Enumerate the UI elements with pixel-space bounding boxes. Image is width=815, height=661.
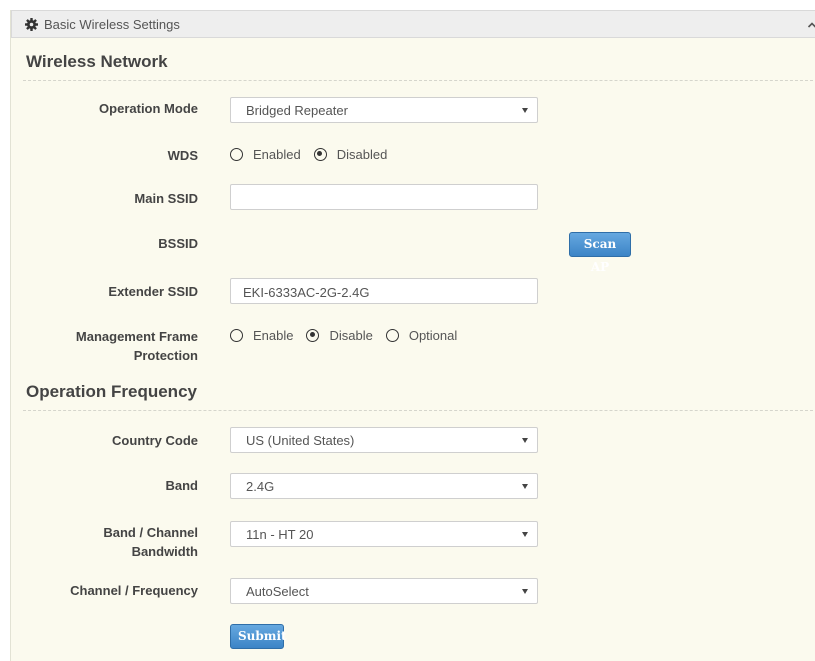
- wds-enabled-label: Enabled: [253, 146, 301, 162]
- extender-ssid-input[interactable]: EKI-6333AC-2G-2.4G: [230, 278, 538, 304]
- mfp-radio-group: Enable Disable Optional: [230, 325, 470, 345]
- section-title-operation-frequency: Operation Frequency: [26, 382, 197, 401]
- mfp-optional-radio[interactable]: [385, 328, 399, 342]
- section-title-wireless-network: Wireless Network: [26, 52, 168, 71]
- country-code-label: Country Code: [112, 433, 198, 448]
- country-code-value: US (United States): [246, 433, 355, 448]
- gear-icon: [25, 18, 38, 31]
- mfp-disable-radio[interactable]: [306, 328, 320, 342]
- wds-enabled-radio[interactable]: [230, 147, 243, 161]
- wds-disabled-radio[interactable]: [313, 147, 327, 161]
- channel-label: Channel / Frequency: [70, 583, 198, 598]
- bandwidth-select[interactable]: 11n - HT 20: [230, 521, 538, 547]
- operation-mode-value: Bridged Repeater: [246, 103, 348, 118]
- chevron-down-icon: [522, 532, 528, 537]
- band-value: 2.4G: [246, 479, 275, 494]
- bandwidth-value: 11n - HT 20: [246, 527, 314, 542]
- band-label: Band: [165, 478, 199, 493]
- panel-title: Basic Wireless Settings: [44, 17, 180, 32]
- mfp-label-line1: Management Frame: [75, 329, 198, 344]
- mfp-optional-label: Optional: [408, 327, 458, 343]
- channel-select[interactable]: AutoSelect: [230, 578, 538, 604]
- band-select[interactable]: 2.4G: [230, 473, 538, 499]
- main-ssid-label: Main SSID: [134, 191, 198, 206]
- channel-value: AutoSelect: [246, 584, 309, 599]
- chevron-down-icon: [522, 589, 528, 594]
- wds-label: WDS: [167, 148, 198, 163]
- chevron-up-icon[interactable]: [807, 20, 815, 30]
- wds-disabled-label: Disabled: [336, 146, 388, 162]
- mfp-enable-radio[interactable]: [230, 328, 243, 342]
- operation-mode-label: Operation Mode: [99, 101, 198, 116]
- scan-ap-button[interactable]: Scan AP: [569, 232, 631, 274]
- chevron-down-icon: [522, 108, 528, 113]
- country-code-select[interactable]: US (United States): [230, 427, 538, 453]
- section-divider: [23, 410, 813, 411]
- mfp-label-line2: Protection: [133, 348, 198, 363]
- extender-ssid-label: Extender SSID: [108, 284, 198, 299]
- main-ssid-input[interactable]: [230, 184, 538, 210]
- panel-header[interactable]: Basic Wireless Settings: [11, 10, 815, 38]
- mfp-disable-label: Disable: [329, 327, 373, 343]
- operation-mode-select[interactable]: Bridged Repeater: [230, 97, 538, 123]
- basic-wireless-settings-panel: Basic Wireless Settings Wireless Network…: [10, 10, 815, 661]
- section-divider: [23, 80, 813, 81]
- bandwidth-label-line2: Bandwidth: [131, 544, 198, 559]
- mfp-enable-label: Enable: [253, 327, 294, 343]
- chevron-down-icon: [522, 484, 528, 489]
- submit-button[interactable]: Submit: [230, 624, 287, 649]
- wds-radio-group: Enabled Disabled: [230, 144, 400, 164]
- chevron-down-icon: [522, 438, 528, 443]
- bandwidth-label-line1: Band / Channel: [103, 525, 198, 540]
- bssid-label: BSSID: [158, 236, 198, 251]
